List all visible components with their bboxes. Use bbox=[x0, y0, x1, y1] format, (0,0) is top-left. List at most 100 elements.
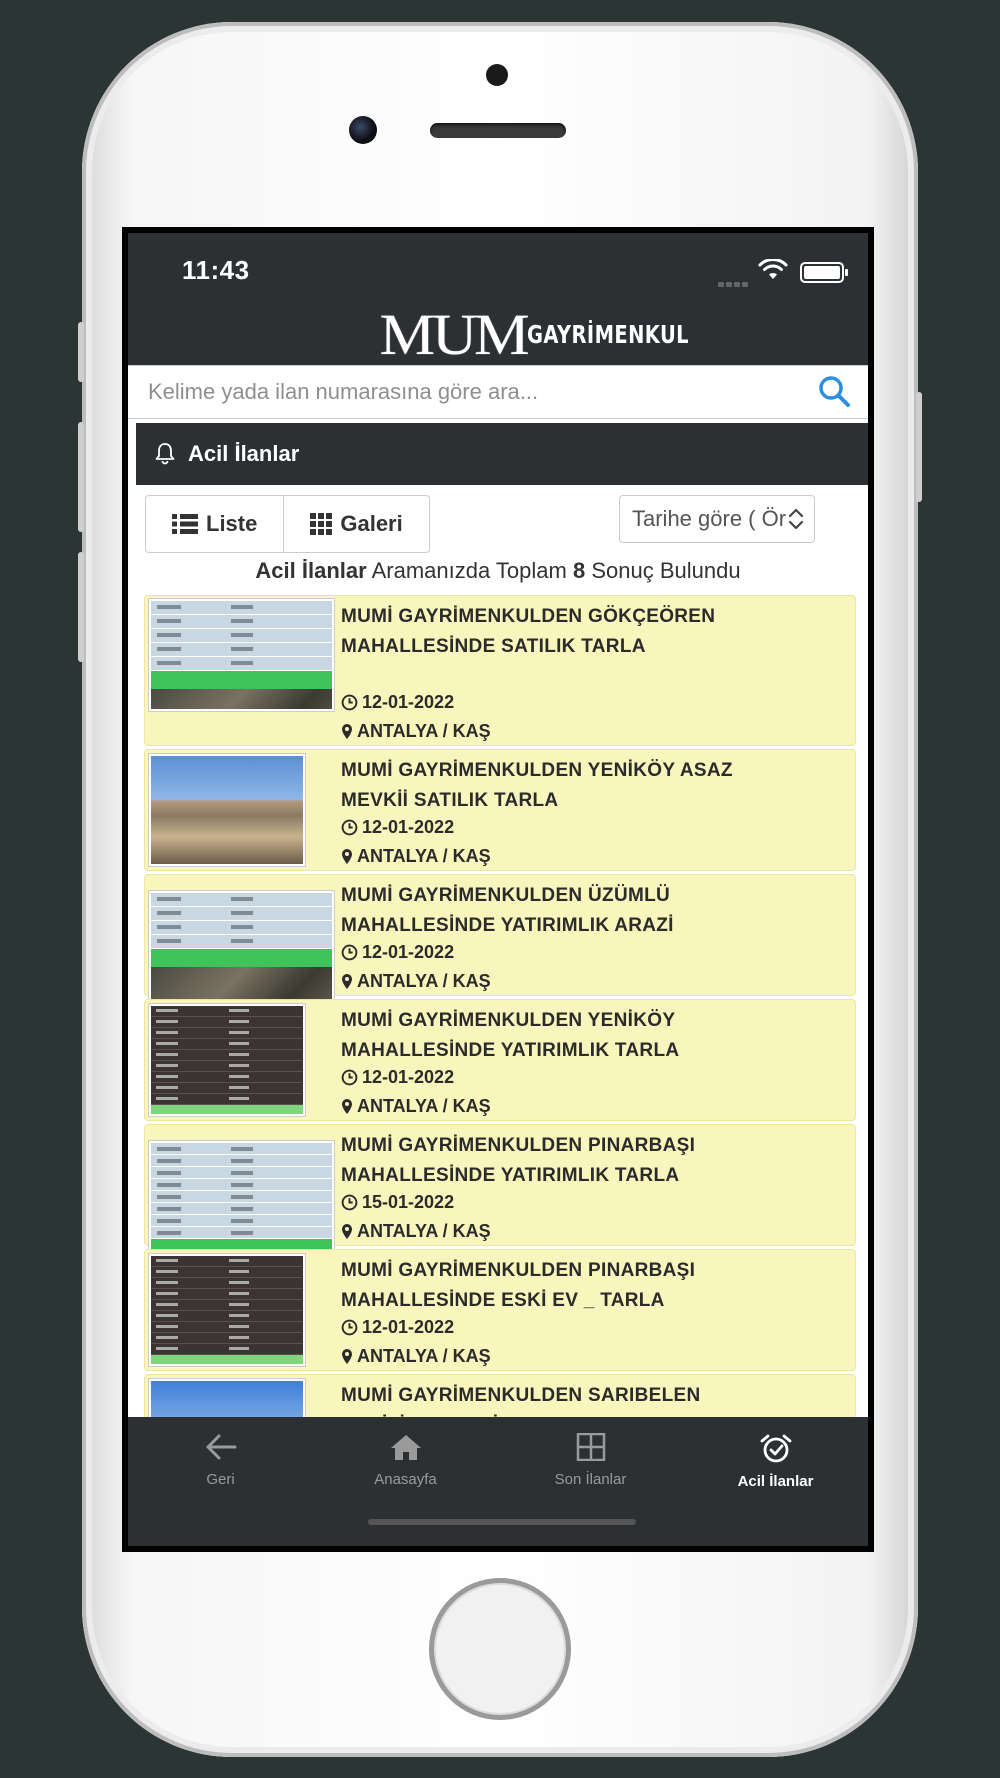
brand-logo[interactable]: MUM GAYRİMENKUL bbox=[380, 302, 735, 367]
listing-location: ANTALYA / KAŞ bbox=[341, 1096, 491, 1117]
proximity-sensor bbox=[486, 64, 508, 86]
tab-home[interactable]: Anasayfa bbox=[313, 1433, 498, 1488]
bottom-tab-bar: Geri Anasayfa Son İlanlar Acil İlanlar bbox=[128, 1417, 868, 1546]
tab-back[interactable]: Geri bbox=[128, 1433, 313, 1488]
listing-location: ANTALYA / KAŞ bbox=[341, 846, 491, 867]
clock-icon bbox=[341, 944, 358, 961]
map-marker-icon bbox=[342, 1224, 352, 1239]
listing-title[interactable]: MUMİ GAYRİMENKULDEN GÖKÇEÖREN MAHALLESİN… bbox=[341, 602, 781, 662]
clock-icon bbox=[341, 1069, 358, 1086]
listing-title[interactable]: MUMİ GAYRİMENKULDEN PINARBAŞI MAHALLESİN… bbox=[341, 1256, 781, 1316]
clock-icon bbox=[341, 694, 358, 711]
tab-urgent-label: Acil İlanlar bbox=[737, 1473, 814, 1490]
summary-end: Sonuç Bulundu bbox=[585, 558, 741, 583]
mute-switch bbox=[78, 322, 84, 382]
listing-title[interactable]: MUMİ GAYRİMENKULDEN ÜZÜMLÜ MAHALLESİNDE … bbox=[341, 881, 781, 941]
phone-screen: 11:43 MUM GAYRİMENKUL Kelime yada ilan n… bbox=[122, 227, 874, 1552]
map-marker-icon bbox=[342, 1349, 352, 1364]
listing-title[interactable]: MUMİ GAYRİMENKULDEN PINARBAŞI MAHALLESİN… bbox=[341, 1131, 781, 1191]
listing-item[interactable]: MUMİ GAYRİMENKULDEN YENİKÖY MAHALLESİNDE… bbox=[144, 999, 856, 1121]
listing-date-text: 12-01-2022 bbox=[362, 942, 455, 962]
app-viewport: 11:43 MUM GAYRİMENKUL Kelime yada ilan n… bbox=[128, 233, 868, 1546]
list-icon bbox=[172, 514, 198, 534]
status-bar: 11:43 bbox=[128, 233, 868, 301]
wifi-icon bbox=[758, 258, 788, 286]
listing-thumbnail[interactable] bbox=[149, 754, 305, 866]
sort-select[interactable]: Tarihe göre ( Ör bbox=[619, 495, 815, 543]
map-marker-icon bbox=[342, 1099, 352, 1114]
listing-location-text: ANTALYA / KAŞ bbox=[357, 1221, 491, 1241]
listing-item[interactable]: MUMİ GAYRİMENKULDEN ÜZÜMLÜ MAHALLESİNDE … bbox=[144, 874, 856, 1003]
list-view-button[interactable]: Liste bbox=[146, 496, 283, 552]
listing-location-text: ANTALYA / KAŞ bbox=[357, 1096, 491, 1116]
grid-icon bbox=[310, 513, 333, 535]
section-title: Acil İlanlar bbox=[188, 441, 300, 466]
summary-text: Aramanızda Toplam bbox=[366, 558, 573, 583]
map-marker-icon bbox=[342, 849, 352, 864]
listing-date-text: 12-01-2022 bbox=[362, 692, 455, 712]
status-time: 11:43 bbox=[182, 255, 250, 285]
listing-title[interactable]: MUMİ GAYRİMENKULDEN YENİKÖY ASAZ MEVKİİ … bbox=[341, 756, 781, 816]
home-icon bbox=[390, 1435, 421, 1460]
clock-icon bbox=[341, 819, 358, 836]
listing-item[interactable]: MUMİ GAYRİMENKULDEN PINARBAŞI MAHALLESİN… bbox=[144, 1124, 856, 1253]
bell-icon bbox=[153, 441, 177, 470]
listing-thumbnail[interactable] bbox=[149, 1141, 334, 1253]
home-indicator bbox=[368, 1519, 636, 1525]
home-button[interactable] bbox=[429, 1578, 571, 1720]
grid-icon bbox=[576, 1432, 605, 1462]
listing-location-text: ANTALYA / KAŞ bbox=[357, 846, 491, 866]
tab-urgent[interactable]: Acil İlanlar bbox=[683, 1433, 868, 1490]
tab-latest[interactable]: Son İlanlar bbox=[498, 1432, 683, 1488]
search-icon[interactable] bbox=[817, 374, 851, 413]
search-input[interactable] bbox=[136, 370, 800, 414]
listing-date-text: 12-01-2022 bbox=[362, 1317, 455, 1337]
listing-date-text: 15-01-2022 bbox=[362, 1192, 455, 1212]
listing-date: 12-01-2022 bbox=[341, 942, 454, 963]
tab-latest-label: Son İlanlar bbox=[554, 1471, 627, 1488]
search-bar bbox=[128, 365, 868, 419]
sort-value: Tarihe göre ( Ör bbox=[632, 506, 787, 531]
volume-up-button bbox=[78, 422, 84, 532]
listing-thumbnail[interactable] bbox=[149, 891, 334, 1003]
listing-date: 12-01-2022 bbox=[341, 1317, 454, 1338]
section-header: Acil İlanlar bbox=[136, 423, 868, 485]
cellular-signal-icon bbox=[718, 274, 750, 292]
listing-location: ANTALYA / KAŞ bbox=[341, 721, 491, 742]
front-camera bbox=[349, 116, 377, 144]
listing-date: 15-01-2022 bbox=[341, 1192, 454, 1213]
alarm-clock-icon bbox=[760, 1434, 791, 1463]
arrow-left-icon bbox=[206, 1434, 236, 1460]
logo-mark: MUM bbox=[379, 301, 530, 367]
volume-down-button bbox=[78, 552, 84, 662]
view-toggle: Liste Galeri bbox=[145, 495, 430, 553]
listing-location-text: ANTALYA / KAŞ bbox=[357, 1346, 491, 1366]
listing-date: 12-01-2022 bbox=[341, 1067, 454, 1088]
gallery-view-label: Galeri bbox=[340, 511, 403, 536]
power-button bbox=[916, 392, 922, 502]
battery-icon bbox=[800, 262, 848, 283]
gallery-view-button[interactable]: Galeri bbox=[283, 496, 428, 552]
tab-back-label: Geri bbox=[206, 1471, 235, 1488]
summary-category: Acil İlanlar bbox=[255, 558, 367, 583]
listing-date: 12-01-2022 bbox=[341, 692, 454, 713]
listing-thumbnail[interactable] bbox=[149, 599, 334, 711]
clock-icon bbox=[341, 1319, 358, 1336]
list-view-label: Liste bbox=[206, 511, 258, 536]
listing-item[interactable]: MUMİ GAYRİMENKULDEN GÖKÇEÖREN MAHALLESİN… bbox=[144, 595, 856, 746]
listing-thumbnail[interactable] bbox=[149, 1254, 305, 1366]
listing-thumbnail[interactable] bbox=[149, 1004, 305, 1116]
listing-item[interactable]: MUMİ GAYRİMENKULDEN PINARBAŞI MAHALLESİN… bbox=[144, 1249, 856, 1371]
listing-location: ANTALYA / KAŞ bbox=[341, 1221, 491, 1242]
earpiece-speaker bbox=[430, 123, 566, 138]
tab-home-label: Anasayfa bbox=[374, 1471, 437, 1488]
listing-item[interactable]: MUMİ GAYRİMENKULDEN YENİKÖY ASAZ MEVKİİ … bbox=[144, 749, 856, 871]
listing-date-text: 12-01-2022 bbox=[362, 817, 455, 837]
logo-text: GAYRİMENKUL bbox=[527, 319, 690, 349]
listing-title[interactable]: MUMİ GAYRİMENKULDEN YENİKÖY MAHALLESİNDE… bbox=[341, 1006, 781, 1066]
summary-count: 8 bbox=[572, 558, 586, 583]
listing-date: 12-01-2022 bbox=[341, 817, 454, 838]
chevron-up-down-icon bbox=[788, 508, 804, 536]
listing-location-text: ANTALYA / KAŞ bbox=[357, 721, 491, 741]
map-marker-icon bbox=[342, 724, 352, 739]
